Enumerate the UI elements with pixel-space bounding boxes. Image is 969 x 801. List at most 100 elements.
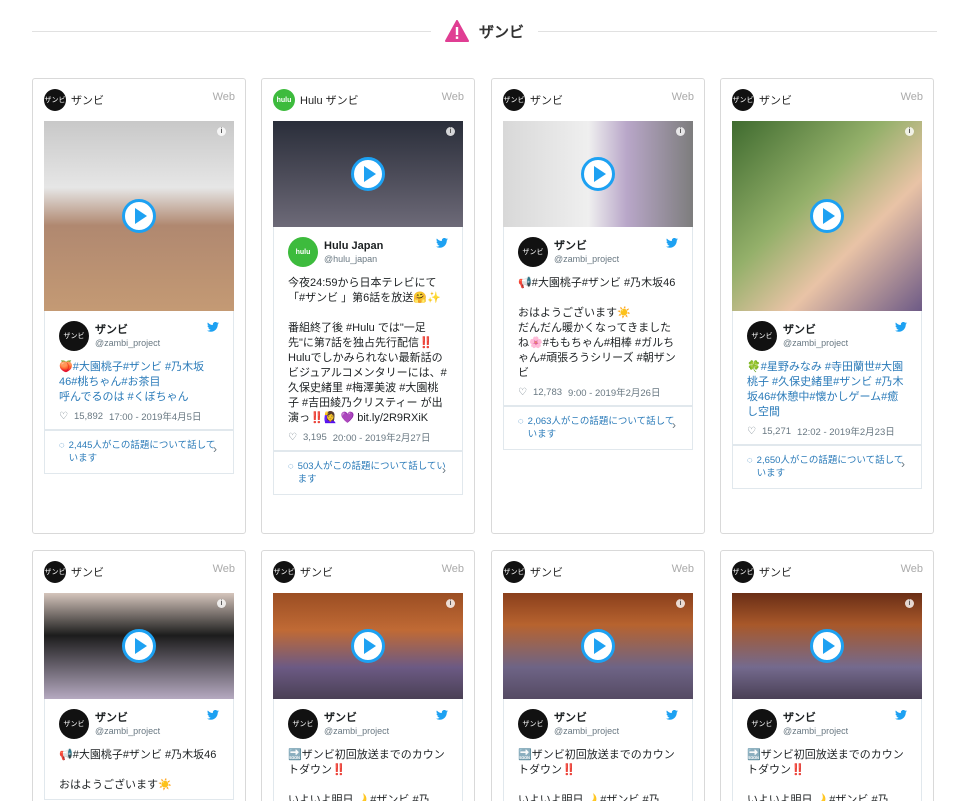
- tweet: ザンビ ザンビ @zambi_project 🔜ザンビ初回放送までのカウントダウ…: [273, 699, 463, 801]
- avatar[interactable]: ザンビ: [518, 237, 548, 267]
- twitter-bird-icon[interactable]: [207, 710, 219, 720]
- tweet-author-name[interactable]: ザンビ: [783, 323, 848, 337]
- heart-icon[interactable]: ♡: [747, 426, 756, 437]
- tweet-author-handle[interactable]: @zambi_project: [324, 725, 389, 737]
- video-thumbnail[interactable]: i: [273, 121, 463, 227]
- info-icon[interactable]: i: [446, 599, 455, 608]
- tweet-author-handle[interactable]: @hulu_japan: [324, 253, 383, 265]
- info-icon[interactable]: i: [446, 127, 455, 136]
- tweet-author-name[interactable]: ザンビ: [554, 711, 619, 725]
- tweet-author-name[interactable]: ザンビ: [95, 323, 160, 337]
- conversation-link[interactable]: ◌ 2,063人がこの話題について話しています ›: [503, 406, 693, 450]
- source-web[interactable]: Web: [213, 563, 235, 575]
- avatar[interactable]: ザンビ: [59, 321, 89, 351]
- video-thumbnail[interactable]: i: [732, 593, 922, 699]
- source-web[interactable]: Web: [213, 91, 235, 103]
- play-icon[interactable]: [581, 157, 615, 191]
- avatar[interactable]: ザンビ: [59, 709, 89, 739]
- avatar: ザンビ: [44, 89, 66, 111]
- avatar[interactable]: hulu: [288, 237, 318, 267]
- tweet-author-handle[interactable]: @zambi_project: [554, 725, 619, 737]
- conversation-link[interactable]: ◌ 503人がこの話題について話しています ›: [273, 451, 463, 495]
- tweet-author-handle[interactable]: @zambi_project: [95, 337, 160, 349]
- tweet-time[interactable]: 20:00 - 2019年2月27日: [333, 430, 431, 444]
- twitter-bird-icon[interactable]: [436, 238, 448, 248]
- tweet-author-handle[interactable]: @zambi_project: [783, 337, 848, 349]
- tweet-author-handle[interactable]: @zambi_project: [783, 725, 848, 737]
- video-thumbnail[interactable]: i: [732, 121, 922, 311]
- play-icon[interactable]: [351, 157, 385, 191]
- twitter-bird-icon[interactable]: [207, 322, 219, 332]
- video-thumbnail[interactable]: i: [503, 121, 693, 227]
- twitter-bird-icon[interactable]: [895, 710, 907, 720]
- card-source: ザンビ ザンビ Web: [33, 551, 245, 593]
- avatar[interactable]: ザンビ: [747, 321, 777, 351]
- source-name: ザンビ: [530, 95, 563, 107]
- divider: [538, 30, 938, 32]
- play-icon[interactable]: [810, 629, 844, 663]
- info-icon[interactable]: i: [217, 599, 226, 608]
- info-icon[interactable]: i: [905, 599, 914, 608]
- video-thumbnail[interactable]: i: [273, 593, 463, 699]
- conversation-link[interactable]: ◌ 2,650人がこの話題について話しています ›: [732, 445, 922, 489]
- conversation-link[interactable]: ◌ 2,445人がこの話題について話しています ›: [44, 430, 234, 474]
- tweet-time[interactable]: 9:00 - 2019年2月26日: [568, 385, 660, 399]
- source-web[interactable]: Web: [901, 91, 923, 103]
- divider: [32, 30, 431, 32]
- speech-bubble-icon: ◌: [518, 416, 524, 427]
- like-count: 3,195: [302, 431, 327, 443]
- twitter-bird-icon[interactable]: [666, 710, 678, 720]
- source-name: ザンビ: [71, 567, 104, 579]
- source-name: ザンビ: [71, 95, 104, 107]
- tweet-text: 🍑#大園桃子#ザンビ #乃木坂46#桃ちゃん#お茶目 呼んでるのは #くぼちゃん: [59, 361, 205, 403]
- tweet-author-name[interactable]: ザンビ: [783, 711, 848, 725]
- tweet-author-handle[interactable]: @zambi_project: [95, 725, 160, 737]
- source-name: Hulu ザンビ: [300, 95, 359, 107]
- source-web[interactable]: Web: [442, 563, 464, 575]
- twitter-bird-icon[interactable]: [895, 322, 907, 332]
- heart-icon[interactable]: ♡: [288, 432, 297, 443]
- hulu-logo-icon: hulu: [273, 89, 295, 111]
- tweet-time[interactable]: 12:02 - 2019年2月23日: [797, 424, 895, 438]
- info-icon[interactable]: i: [217, 127, 226, 136]
- embed-card: ザンビ ザンビ Web i ザンビ ザンビ @zambi_project 🔜ザン…: [491, 550, 705, 801]
- tweet: ザンビ ザンビ @zambi_project 🔜ザンビ初回放送までのカウントダウ…: [732, 699, 922, 801]
- play-icon[interactable]: [122, 199, 156, 233]
- embed-card: ザンビ ザンビ Web i ザンビ ザンビ @zambi_project 📢#大…: [491, 78, 705, 534]
- tweet-author-name[interactable]: ザンビ: [95, 711, 160, 725]
- tweet-author-name[interactable]: Hulu Japan: [324, 239, 383, 253]
- heart-icon[interactable]: ♡: [59, 411, 68, 422]
- source-name: ザンビ: [759, 567, 792, 579]
- play-icon[interactable]: [351, 629, 385, 663]
- twitter-bird-icon[interactable]: [666, 238, 678, 248]
- source-web[interactable]: Web: [442, 91, 464, 103]
- source-web[interactable]: Web: [672, 563, 694, 575]
- card-source: ザンビ ザンビ Web: [721, 79, 933, 121]
- info-icon[interactable]: i: [676, 127, 685, 136]
- tweet-author-handle[interactable]: @zambi_project: [554, 253, 619, 265]
- avatar[interactable]: ザンビ: [518, 709, 548, 739]
- source-web[interactable]: Web: [901, 563, 923, 575]
- tweet: ザンビ ザンビ @zambi_project 🍑#大園桃子#ザンビ #乃木坂46…: [44, 311, 234, 430]
- conversation-text: 503人がこの話題について話しています: [297, 461, 446, 485]
- video-thumbnail[interactable]: i: [44, 121, 234, 311]
- play-icon[interactable]: [581, 629, 615, 663]
- embed-card: ザンビ ザンビ Web i ザンビ ザンビ @zambi_project 🍑#大…: [32, 78, 246, 534]
- avatar[interactable]: ザンビ: [288, 709, 318, 739]
- video-thumbnail[interactable]: i: [44, 593, 234, 699]
- video-thumbnail[interactable]: i: [503, 593, 693, 699]
- heart-icon[interactable]: ♡: [518, 387, 527, 398]
- source-web[interactable]: Web: [672, 91, 694, 103]
- play-icon[interactable]: [810, 199, 844, 233]
- info-icon[interactable]: i: [676, 599, 685, 608]
- avatar: ザンビ: [503, 561, 525, 583]
- avatar[interactable]: ザンビ: [747, 709, 777, 739]
- conversation-text: 2,650人がこの話題について話しています: [756, 455, 904, 479]
- twitter-bird-icon[interactable]: [436, 710, 448, 720]
- tweet-time[interactable]: 17:00 - 2019年4月5日: [109, 409, 201, 423]
- info-icon[interactable]: i: [905, 127, 914, 136]
- tweet-author-name[interactable]: ザンビ: [324, 711, 389, 725]
- tweet-author-name[interactable]: ザンビ: [554, 239, 619, 253]
- play-icon[interactable]: [122, 629, 156, 663]
- speech-bubble-icon: ◌: [288, 461, 294, 472]
